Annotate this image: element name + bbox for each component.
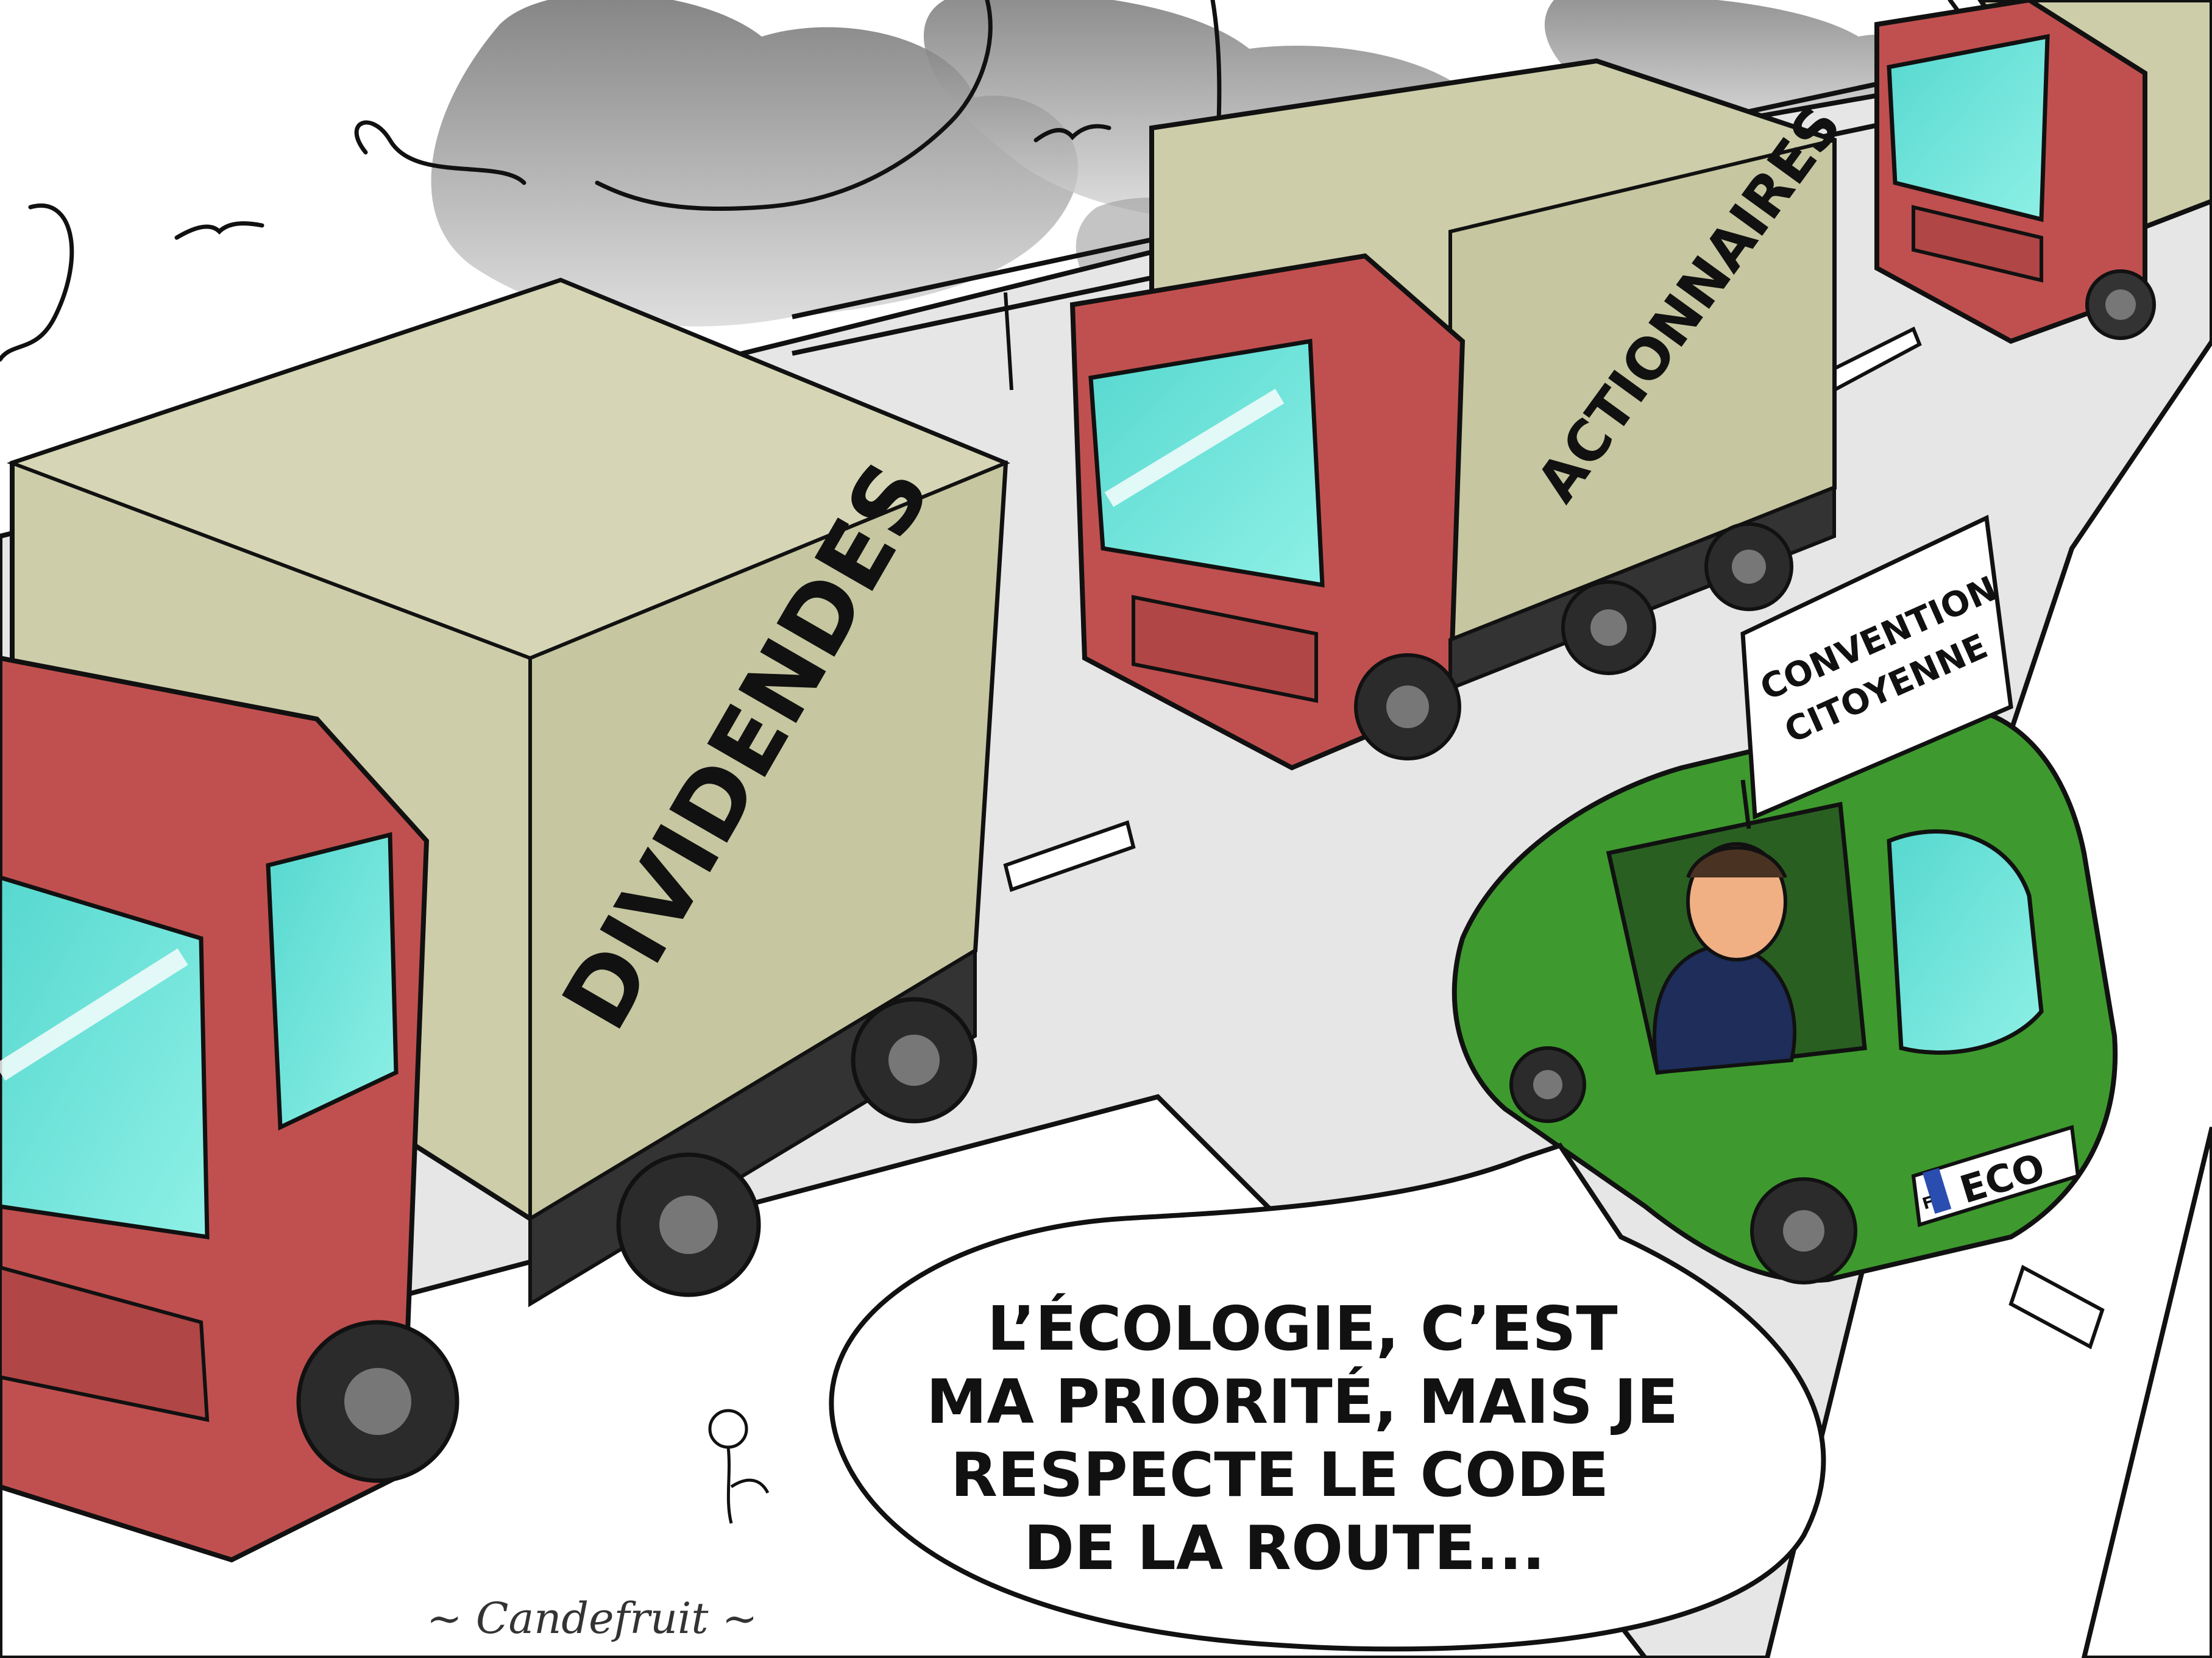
speech-line-2: MA PRIORITÉ, MAIS JE xyxy=(926,1366,1678,1437)
speech-line-3: RESPECTE LE CODE xyxy=(951,1439,1609,1511)
cartoon-scene: ACTIONNAIRES DIVIDENDES F ECO CONVENTION… xyxy=(0,0,2212,1658)
speech-line-1: L’ÉCOLOGIE, C’EST xyxy=(987,1293,1618,1364)
speech-line-4: DE LA ROUTE... xyxy=(1024,1512,1545,1584)
artist-signature: ~ Candefruit ~ xyxy=(427,1593,757,1643)
